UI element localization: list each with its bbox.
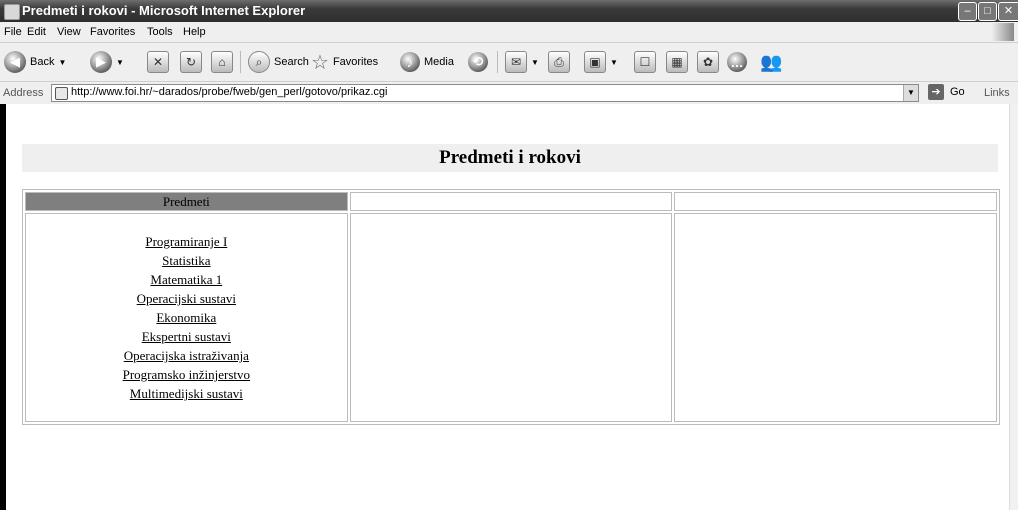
history-icon: ⟲ [468, 52, 488, 72]
maximize-button[interactable]: □ [978, 2, 997, 21]
mail-icon: ✉ [505, 51, 527, 73]
toolbar-separator [497, 51, 498, 73]
back-label: Back [30, 56, 55, 68]
messenger-chat-button[interactable]: … [727, 49, 747, 75]
menu-tools[interactable]: Tools [147, 26, 173, 38]
menu-view[interactable]: View [57, 26, 81, 38]
address-label: Address [3, 87, 44, 99]
toolbar-separator [240, 51, 241, 73]
mail-button[interactable]: ✉ ▼ [505, 49, 539, 75]
page-heading: Predmeti i rokovi [22, 144, 998, 172]
favorites-label: Favorites [332, 56, 379, 68]
go-arrow-icon: ➔ [928, 84, 944, 100]
table-header-row: Predmeti [25, 192, 997, 211]
edit-button[interactable]: ▣ ▼ [584, 49, 618, 75]
course-link[interactable]: Ekspertni sustavi [26, 327, 347, 346]
edit-dropdown-icon[interactable]: ▼ [610, 58, 618, 67]
page-icon [55, 87, 68, 100]
search-button[interactable]: ⌕ Search [248, 49, 309, 75]
links-label[interactable]: Links [984, 87, 1010, 99]
chat-bubble-icon: … [727, 52, 747, 72]
plugin-button[interactable]: ✿ [697, 49, 719, 75]
table-header-empty [674, 192, 997, 211]
history-button[interactable]: ⟲ [468, 49, 488, 75]
print-icon: ⎙ [548, 51, 570, 73]
course-link[interactable]: Operacijska istraživanja [26, 346, 347, 365]
course-link[interactable]: Matematika 1 [26, 270, 347, 289]
course-link[interactable]: Statistika [26, 251, 347, 270]
flower-plugin-icon: ✿ [697, 51, 719, 73]
subjects-table: Predmeti Programiranje I Statistika Mate… [22, 189, 1000, 425]
course-link[interactable]: Multimedijski sustavi [26, 384, 347, 403]
forward-dropdown-icon[interactable]: ▼ [116, 58, 124, 67]
course-link[interactable]: Programsko inžinjerstvo [26, 365, 347, 384]
page-content: Predmeti i rokovi Predmeti Programiranje… [6, 104, 1010, 510]
research-button[interactable]: ▦ [666, 49, 688, 75]
forward-arrow-icon: ▶ [90, 51, 112, 73]
favorites-star-icon: ☆ [311, 51, 329, 74]
go-label: Go [950, 86, 965, 98]
ie-page-icon [4, 4, 20, 20]
discuss-icon: ☐ [634, 51, 656, 73]
menu-bar: File Edit View Favorites Tools Help [0, 22, 1018, 43]
research-pro-icon: ▦ [666, 51, 688, 73]
search-icon: ⌕ [248, 51, 270, 73]
course-link[interactable]: Programiranje I [26, 232, 347, 251]
menu-file[interactable]: File [4, 26, 22, 38]
discuss-button[interactable]: ☐ [634, 49, 656, 75]
home-button[interactable]: ⌂ [211, 49, 233, 75]
forward-button[interactable]: ▶ ▼ [90, 49, 124, 75]
media-icon: ♪ [400, 52, 420, 72]
favorites-button[interactable]: ☆ Favorites [311, 49, 378, 75]
address-url[interactable]: http://www.foi.hr/~darados/probe/fweb/ge… [71, 86, 387, 98]
refresh-icon: ↻ [180, 51, 202, 73]
window-title: Predmeti i rokovi - Microsoft Internet E… [22, 3, 306, 18]
mail-dropdown-icon[interactable]: ▼ [531, 58, 539, 67]
empty-cell [349, 213, 673, 422]
go-button[interactable]: ➔ Go [928, 84, 965, 100]
back-button[interactable]: ◀ Back ▼ [4, 49, 66, 75]
empty-cell [674, 213, 997, 422]
messenger-button[interactable]: 👥 [760, 49, 782, 75]
address-dropdown-icon[interactable]: ▼ [903, 85, 918, 101]
course-link[interactable]: Operacijski sustavi [26, 289, 347, 308]
course-link[interactable]: Ekonomika [26, 308, 347, 327]
title-bar: Predmeti i rokovi - Microsoft Internet E… [0, 0, 1018, 22]
toolbar: ◀ Back ▼ ▶ ▼ ✕ ↻ ⌂ ⌕ Search ☆ Favorites … [0, 43, 1018, 82]
messenger-people-icon: 👥 [760, 51, 783, 72]
table-header-predmeti: Predmeti [25, 192, 348, 211]
windows-logo-icon [992, 23, 1014, 41]
minimize-button[interactable]: – [958, 2, 977, 21]
media-label: Media [424, 56, 454, 68]
print-button[interactable]: ⎙ [548, 49, 570, 75]
table-header-empty [349, 192, 673, 211]
courses-cell: Programiranje I Statistika Matematika 1 … [25, 213, 348, 422]
menu-help[interactable]: Help [183, 26, 206, 38]
address-input[interactable]: http://www.foi.hr/~darados/probe/fweb/ge… [51, 84, 919, 102]
menu-favorites[interactable]: Favorites [90, 26, 135, 38]
address-bar: Address http://www.foi.hr/~darados/probe… [0, 82, 1018, 105]
search-label: Search [274, 56, 309, 68]
stop-button[interactable]: ✕ [147, 49, 169, 75]
table-row: Programiranje I Statistika Matematika 1 … [25, 213, 997, 422]
menu-edit[interactable]: Edit [27, 26, 46, 38]
refresh-button[interactable]: ↻ [180, 49, 202, 75]
vertical-scrollbar[interactable] [1009, 104, 1018, 510]
close-button[interactable]: ✕ [998, 2, 1018, 21]
back-arrow-icon: ◀ [4, 51, 26, 73]
stop-icon: ✕ [147, 51, 169, 73]
home-icon: ⌂ [211, 51, 233, 73]
edit-page-icon: ▣ [584, 51, 606, 73]
media-button[interactable]: ♪ Media [400, 49, 454, 75]
back-dropdown-icon[interactable]: ▼ [58, 58, 66, 67]
